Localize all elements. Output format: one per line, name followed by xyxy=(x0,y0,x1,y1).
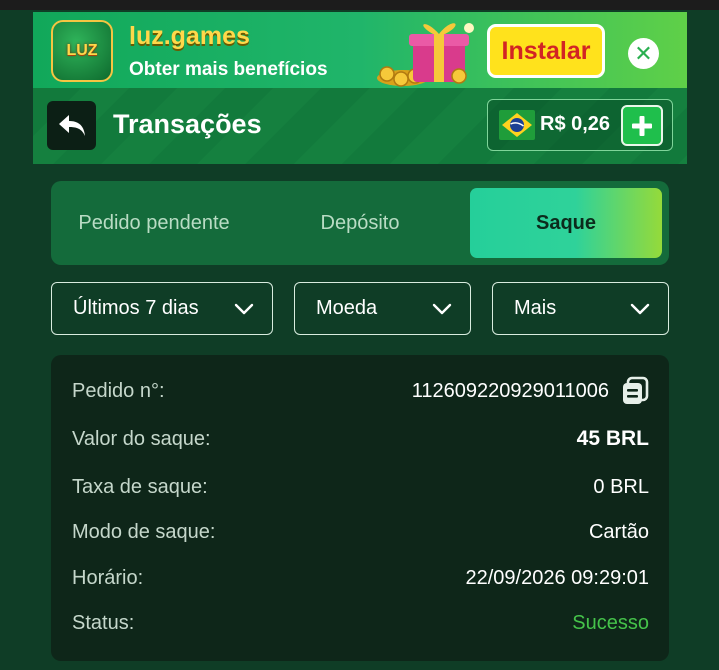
close-icon[interactable]: ✕ xyxy=(628,38,659,69)
transactions-page: LUZ luz.games Obter mais benefícios Inst… xyxy=(33,10,687,670)
withdrawal-fee-label: Taxa de saque: xyxy=(72,475,208,498)
transaction-card: Pedido n°: 112609220929011006 Valor do s… xyxy=(51,355,669,661)
plus-icon xyxy=(632,115,652,136)
transaction-tabs: Pedido pendente Depósito Saque xyxy=(51,181,669,265)
chevron-down-icon xyxy=(630,303,650,314)
status-row: Status: Sucesso xyxy=(72,608,649,638)
tab-pending-order[interactable]: Pedido pendente xyxy=(51,188,257,258)
system-top-bar xyxy=(0,0,719,10)
more-filter[interactable]: Mais xyxy=(492,282,669,335)
tab-deposit[interactable]: Depósito xyxy=(257,188,463,258)
copy-icon[interactable] xyxy=(621,376,649,406)
page-header: Transações R$ 0,26 xyxy=(33,88,687,164)
order-number-row: Pedido n°: 112609220929011006 xyxy=(72,376,649,406)
install-promo-banner: LUZ luz.games Obter mais benefícios Inst… xyxy=(33,12,687,88)
gift-box-icon xyxy=(377,23,474,87)
time-label: Horário: xyxy=(72,566,144,589)
status-label: Status: xyxy=(72,611,135,634)
promo-subtitle: Obter mais benefícios xyxy=(129,59,328,80)
withdrawal-amount-label: Valor do saque: xyxy=(72,427,211,450)
back-arrow-icon xyxy=(58,114,85,136)
balance-widget: R$ 0,26 xyxy=(487,99,673,151)
app-logo: LUZ xyxy=(51,20,113,82)
chevron-down-icon xyxy=(432,303,452,314)
brazil-flag-icon xyxy=(499,110,535,140)
withdrawal-amount-row: Valor do saque: 45 BRL xyxy=(72,424,649,454)
withdrawal-mode-value: Cartão xyxy=(588,520,649,543)
back-button[interactable] xyxy=(47,101,96,150)
date-range-label: Últimos 7 dias xyxy=(73,297,199,319)
order-number-group: 112609220929011006 xyxy=(412,376,649,406)
chevron-down-icon xyxy=(234,303,254,314)
withdrawal-mode-row: Modo de saque: Cartão xyxy=(72,517,649,547)
date-range-filter[interactable]: Últimos 7 dias xyxy=(51,282,273,335)
withdrawal-fee-value: 0 BRL xyxy=(593,475,649,498)
withdrawal-fee-row: Taxa de saque: 0 BRL xyxy=(72,472,649,502)
install-button[interactable]: Instalar xyxy=(487,24,605,78)
tab-withdrawal[interactable]: Saque xyxy=(470,188,662,258)
order-number-label: Pedido n°: xyxy=(72,379,165,402)
currency-label: Moeda xyxy=(316,297,378,319)
more-label: Mais xyxy=(514,297,557,319)
order-number-value: 112609220929011006 xyxy=(411,379,609,402)
page-title: Transações xyxy=(113,109,262,139)
withdrawal-amount-value: 45 BRL xyxy=(576,427,649,450)
deposit-plus-button[interactable] xyxy=(621,105,663,146)
app-logo-text: LUZ xyxy=(66,42,98,59)
currency-filter[interactable]: Moeda xyxy=(294,282,471,335)
withdrawal-mode-label: Modo de saque: xyxy=(72,520,216,543)
balance-amount: R$ 0,26 xyxy=(540,113,611,135)
status-badge: Sucesso xyxy=(572,611,649,634)
time-value: 22/09/2026 09:29:01 xyxy=(465,566,649,589)
time-row: Horário: 22/09/2026 09:29:01 xyxy=(72,563,649,593)
promo-app-name: luz.games xyxy=(129,22,250,50)
